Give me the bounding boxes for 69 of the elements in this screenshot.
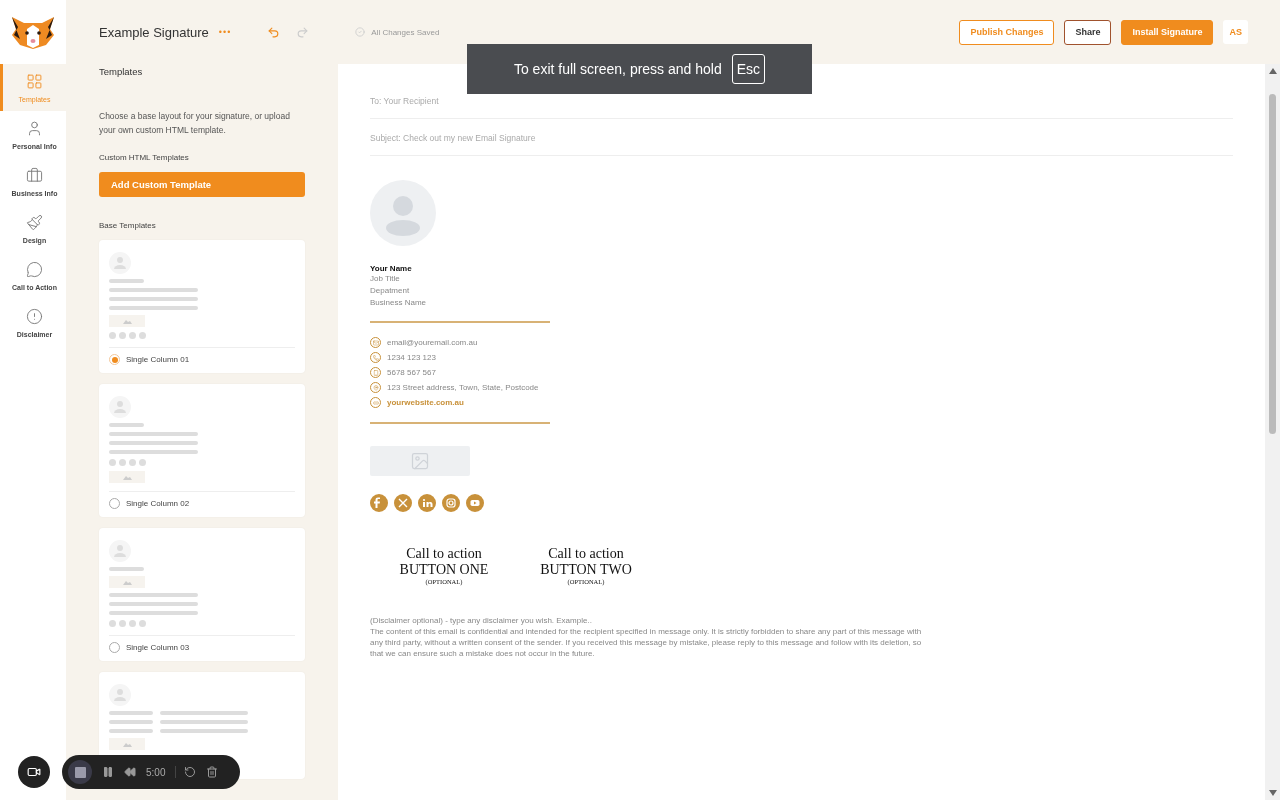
check-icon xyxy=(355,27,366,37)
facebook-icon[interactable] xyxy=(370,494,388,512)
linkedin-icon[interactable] xyxy=(418,494,436,512)
grid-icon xyxy=(26,73,43,90)
restart-icon[interactable] xyxy=(175,766,197,778)
pin-icon xyxy=(370,382,381,393)
instagram-icon[interactable] xyxy=(442,494,460,512)
cta-text: Call to action xyxy=(406,546,482,562)
user-icon xyxy=(26,120,43,137)
avatar-placeholder-icon xyxy=(109,252,131,274)
pause-icon[interactable] xyxy=(102,766,114,778)
image-placeholder-icon xyxy=(109,738,145,750)
avatar-placeholder-icon xyxy=(109,396,131,418)
contact-text: email@youremail.com.au xyxy=(387,337,478,349)
undo-icon[interactable] xyxy=(267,25,281,39)
section-label: Base Templates xyxy=(99,221,157,230)
rewind-icon[interactable] xyxy=(124,766,136,778)
template-name: Single Column 01 xyxy=(126,355,190,364)
cta-button-text[interactable]: BUTTON TWO xyxy=(540,562,632,578)
dots-placeholder xyxy=(109,459,146,466)
phone-icon xyxy=(370,352,381,363)
chat-bubble-icon xyxy=(26,261,43,278)
notice-text: To exit full screen, press and hold xyxy=(513,61,722,77)
briefcase-icon xyxy=(26,167,43,184)
video-camera-icon xyxy=(27,765,41,779)
redo-icon[interactable] xyxy=(296,25,310,39)
alert-icon xyxy=(26,308,43,325)
mail-icon xyxy=(370,337,381,348)
contact-text: 123 Street address, Town, State, Postcode xyxy=(387,382,539,394)
signature-name: Your Name xyxy=(370,264,413,273)
dots-placeholder xyxy=(109,332,146,339)
dots-placeholder xyxy=(109,620,146,627)
signature-detail: Job Title xyxy=(370,273,401,285)
avatar-placeholder-icon xyxy=(109,540,131,562)
template-card[interactable]: Single Column 03 xyxy=(99,528,305,661)
profile-photo-placeholder xyxy=(370,180,436,246)
header-button[interactable]: Share xyxy=(1064,19,1112,45)
template-name: Single Column 02 xyxy=(126,499,190,508)
scrollbar-thumb[interactable] xyxy=(1269,94,1276,434)
x-icon[interactable] xyxy=(394,494,412,512)
contact-text: 1234 123 123 xyxy=(387,352,436,364)
disclaimer-text: The content of this email is confidential and intended for the recipient specified in message only. It is strictly forbidden to share any part of this message with any third party, without a written consent of the sender. If you received this message by mistake, please reply to this message and follow with its deletion, so that we can ensure such a mistake does not occur in the future. xyxy=(370,626,923,659)
esc-key: Esc xyxy=(731,54,766,84)
disclaimer-text: (Disclaimer optional) - type any disclaimer you wish. Example.. xyxy=(370,615,593,626)
cta-text: Call to action xyxy=(548,546,624,562)
save-status: All Changes Saved xyxy=(371,27,440,37)
youtube-icon[interactable] xyxy=(466,494,484,512)
image-placeholder-icon xyxy=(109,576,145,588)
recording-time: 5:00 xyxy=(146,766,166,778)
signature-detail: Business Name xyxy=(370,297,428,309)
dog-logo xyxy=(10,15,56,49)
image-placeholder-icon xyxy=(109,471,145,483)
image-placeholder-icon xyxy=(109,315,145,327)
panel-heading: Templates xyxy=(99,66,144,77)
signature-title: Example Signature xyxy=(99,24,209,40)
signature-detail: Depatment xyxy=(370,285,411,297)
brush-icon xyxy=(26,214,43,231)
trash-icon[interactable] xyxy=(206,766,219,778)
contact-text: 5678 567 567 xyxy=(387,367,436,379)
template-card[interactable]: Single Column 01 xyxy=(99,240,305,373)
template-name: Single Column 03 xyxy=(126,643,190,652)
panel-description: Choose a base layout for your signature, or upload your own custom HTML template. xyxy=(99,110,291,137)
stop-button[interactable] xyxy=(68,760,92,784)
cta-button-text[interactable]: BUTTON ONE xyxy=(399,562,489,578)
scroll-down-icon[interactable] xyxy=(1268,790,1277,796)
scroll-up-icon[interactable] xyxy=(1268,68,1277,74)
template-card[interactable]: Single Column 02 xyxy=(99,384,305,517)
section-label: Custom HTML Templates xyxy=(99,153,190,162)
avatar-placeholder-icon xyxy=(109,684,131,706)
